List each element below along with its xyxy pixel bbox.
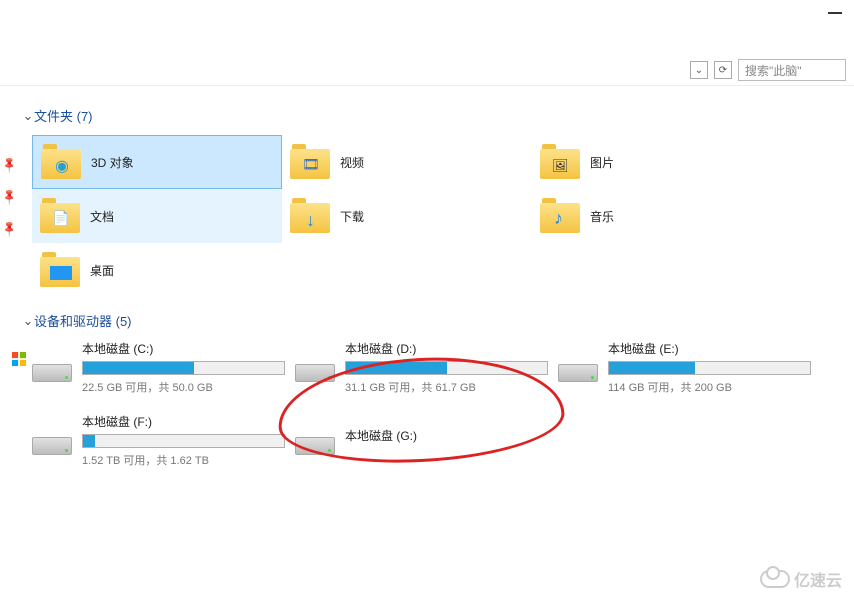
drive-name: 本地磁盘 (G:) <box>345 427 548 444</box>
drive-stats: 31.1 GB 可用，共 61.7 GB <box>345 379 548 395</box>
minimize-button[interactable] <box>828 12 842 14</box>
storage-bar <box>608 361 811 375</box>
music-icon: ♪ <box>554 208 563 229</box>
drive-item-d[interactable]: 本地磁盘 (D:) 31.1 GB 可用，共 61.7 GB <box>295 340 548 395</box>
drive-item-c[interactable]: 本地磁盘 (C:) 22.5 GB 可用，共 50.0 GB <box>32 340 285 395</box>
history-dropdown-button[interactable]: ⌄ <box>690 61 708 79</box>
drive-item-g[interactable]: 本地磁盘 (G:) <box>295 413 548 468</box>
drive-stats: 114 GB 可用，共 200 GB <box>608 379 811 395</box>
drive-icon <box>295 354 335 382</box>
desktop-icon <box>50 266 72 280</box>
cloud-icon <box>760 570 790 588</box>
folder-icon <box>40 252 80 288</box>
watermark-text: 亿速云 <box>794 567 842 591</box>
pin-icon: 📌 <box>0 222 14 236</box>
search-input[interactable]: 搜索"此脑" <box>738 59 846 81</box>
folder-item-downloads[interactable]: ↓ 下载 <box>282 189 532 243</box>
folder-icon: 📄 <box>40 198 80 234</box>
watermark: 亿速云 <box>760 567 842 591</box>
folder-label: 3D 对象 <box>91 154 134 171</box>
storage-bar <box>82 361 285 375</box>
folder-icon: ↓ <box>290 198 330 234</box>
refresh-button[interactable]: ⟳ <box>714 61 732 79</box>
folder-item-pictures[interactable]: 🖼 图片 <box>532 135 782 189</box>
downloads-icon: ↓ <box>306 210 315 231</box>
section-title: 文件夹 (7) <box>34 106 93 125</box>
windows-logo-icon <box>12 352 26 366</box>
drive-icon <box>32 427 72 455</box>
drive-item-f[interactable]: 本地磁盘 (F:) 1.52 TB 可用，共 1.62 TB <box>32 413 285 468</box>
drive-stats: 22.5 GB 可用，共 50.0 GB <box>82 379 285 395</box>
drives-grid: 本地磁盘 (C:) 22.5 GB 可用，共 50.0 GB 本地磁盘 (D:)… <box>22 340 854 468</box>
folder-label: 文档 <box>90 208 114 225</box>
storage-bar <box>82 434 285 448</box>
drive-item-e[interactable]: 本地磁盘 (E:) 114 GB 可用，共 200 GB <box>558 340 811 395</box>
3d-icon: ◉ <box>55 156 69 176</box>
section-header-folders[interactable]: ⌄ 文件夹 (7) <box>22 106 854 125</box>
folder-item-documents[interactable]: 📄 文档 <box>32 189 282 243</box>
storage-bar <box>345 361 548 375</box>
drive-icon <box>558 354 598 382</box>
documents-icon: 📄 <box>52 210 69 227</box>
search-placeholder: 搜索"此脑" <box>745 62 802 79</box>
drive-icon <box>32 354 72 382</box>
folder-item-desktop[interactable]: 桌面 <box>32 243 282 297</box>
drive-name: 本地磁盘 (D:) <box>345 340 548 357</box>
folder-icon: 🎞 <box>290 144 330 180</box>
quick-access-pins: 📌 📌 📌 <box>0 138 14 234</box>
folder-label: 视频 <box>340 154 364 171</box>
folder-icon: ♪ <box>540 198 580 234</box>
folder-label: 音乐 <box>590 208 614 225</box>
video-icon: 🎞 <box>302 156 320 173</box>
folder-item-videos[interactable]: 🎞 视频 <box>282 135 532 189</box>
folders-grid: ◉ 3D 对象 🎞 视频 🖼 图片 📄 文档 <box>22 135 854 297</box>
folder-item-3d-objects[interactable]: ◉ 3D 对象 <box>32 135 282 189</box>
pictures-icon: 🖼 <box>552 158 569 174</box>
drive-icon <box>295 427 335 455</box>
drive-name: 本地磁盘 (F:) <box>82 413 285 430</box>
folder-label: 图片 <box>590 154 614 171</box>
pin-icon: 📌 <box>0 158 14 172</box>
section-header-drives[interactable]: ⌄ 设备和驱动器 (5) <box>22 311 854 330</box>
folder-label: 桌面 <box>90 262 114 279</box>
chevron-down-icon: ⌄ <box>22 108 34 124</box>
pin-icon: 📌 <box>0 190 14 204</box>
address-toolbar: ⌄ ⟳ 搜索"此脑" <box>0 55 854 86</box>
drive-name: 本地磁盘 (C:) <box>82 340 285 357</box>
drive-name: 本地磁盘 (E:) <box>608 340 811 357</box>
section-title: 设备和驱动器 (5) <box>34 311 132 330</box>
drive-stats: 1.52 TB 可用，共 1.62 TB <box>82 452 285 468</box>
folder-icon: ◉ <box>41 144 81 180</box>
chevron-down-icon: ⌄ <box>22 313 34 329</box>
folder-label: 下载 <box>340 208 364 225</box>
folder-icon: 🖼 <box>540 144 580 180</box>
folder-item-music[interactable]: ♪ 音乐 <box>532 189 782 243</box>
